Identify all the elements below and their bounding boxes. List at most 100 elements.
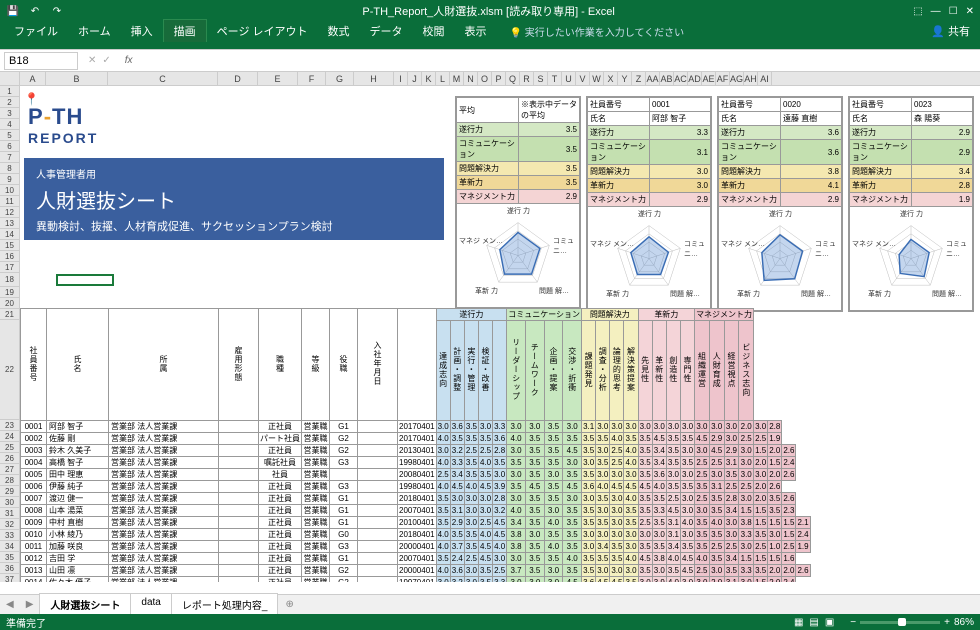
cancel-icon[interactable]: ✕ (88, 55, 96, 66)
col-header[interactable]: G (326, 72, 354, 85)
row-header[interactable]: 37 (0, 574, 20, 582)
col-header[interactable]: O (478, 72, 492, 85)
ribbon-tab[interactable]: 描画 (163, 19, 207, 42)
table-row[interactable]: 0011加藤 咲良営業部 法人営業課正社員営業職G3200004014.03.7… (21, 541, 811, 553)
ribbon-tab[interactable]: データ (360, 20, 413, 42)
row-header[interactable]: 4 (0, 119, 20, 130)
row-header[interactable]: 2 (0, 97, 20, 108)
add-sheet-icon[interactable]: ⊕ (277, 599, 301, 610)
sheet-nav-prev[interactable]: ◀ (0, 599, 20, 610)
enter-icon[interactable]: ✓ (102, 55, 110, 66)
row-header[interactable]: 34 (0, 541, 20, 552)
ribbon-tab[interactable]: 挿入 (121, 20, 163, 42)
col-header[interactable]: A (20, 72, 46, 85)
row-header[interactable]: 12 (0, 207, 20, 218)
normal-view-icon[interactable]: ▦ (794, 617, 803, 628)
save-icon[interactable]: 💾 (6, 4, 20, 18)
sheet-tab[interactable]: レポート処理内容_ (171, 593, 279, 617)
data-table[interactable]: 社員番号氏名所属雇用形態職種等級役職入社年月日遂行力コミュニケーション問題解決力… (20, 308, 811, 582)
maximize-icon[interactable]: ☐ (949, 6, 958, 17)
col-header[interactable]: N (464, 72, 478, 85)
row-header[interactable]: 3 (0, 108, 20, 119)
col-header[interactable]: D (218, 72, 258, 85)
row-header[interactable]: 35 (0, 552, 20, 563)
row-header[interactable]: 26 (0, 453, 20, 464)
table-row[interactable]: 0001阿部 智子営業部 法人営業課正社員営業職G1201704013.03.6… (21, 421, 811, 433)
table-row[interactable]: 0010小林 綾乃営業部 法人営業課正社員営業職G0201804014.03.5… (21, 529, 811, 541)
zoom-level[interactable]: 86% (954, 617, 974, 628)
table-row[interactable]: 0002佐藤 剛営業部 法人営業課パート社員営業職G2201704014.03.… (21, 433, 811, 445)
row-header[interactable]: 30 (0, 497, 20, 508)
col-header[interactable]: Q (506, 72, 520, 85)
row-header[interactable]: 16 (0, 251, 20, 262)
col-header[interactable]: X (604, 72, 618, 85)
row-header[interactable]: 33 (0, 530, 20, 541)
col-header[interactable]: T (548, 72, 562, 85)
fx-icon[interactable]: fx (117, 55, 141, 66)
col-header[interactable]: AD (688, 72, 702, 85)
ribbon-tab[interactable]: ページ レイアウト (207, 20, 318, 42)
col-header[interactable]: AE (702, 72, 716, 85)
table-row[interactable]: 0006伊藤 純子営業部 法人営業課正社員営業職G3199804014.04.5… (21, 481, 811, 493)
row-header[interactable]: 17 (0, 262, 20, 273)
col-header[interactable]: R (520, 72, 534, 85)
table-row[interactable]: 0012吉田 学営業部 法人営業課正社員営業職G1200704013.52.42… (21, 553, 811, 565)
row-header[interactable]: 1 (0, 86, 20, 97)
col-header[interactable]: S (534, 72, 548, 85)
row-header[interactable]: 32 (0, 519, 20, 530)
row-header[interactable]: 5 (0, 130, 20, 141)
col-header[interactable]: H (354, 72, 394, 85)
ribbon-tab[interactable]: 数式 (318, 20, 360, 42)
ribbon-tab[interactable]: ホーム (68, 20, 121, 42)
row-header[interactable]: 11 (0, 196, 20, 207)
col-header[interactable]: W (590, 72, 604, 85)
col-header[interactable]: K (422, 72, 436, 85)
ribbon-options-icon[interactable]: ⬚ (913, 6, 922, 17)
tell-me[interactable]: 💡 実行したい作業を入力してください (507, 21, 688, 42)
row-header[interactable]: 28 (0, 475, 20, 486)
ribbon-tab[interactable]: 校閲 (413, 20, 455, 42)
col-header[interactable]: AB (660, 72, 674, 85)
row-header[interactable]: 31 (0, 508, 20, 519)
row-header[interactable]: 36 (0, 563, 20, 574)
share-button[interactable]: 👤 共有 (921, 20, 980, 42)
table-row[interactable]: 0014佐々木 優子営業部 法人営業課正社員営業職G2199704013.03.… (21, 577, 811, 583)
close-icon[interactable]: ✕ (966, 6, 974, 17)
col-header[interactable]: AG (730, 72, 744, 85)
row-header[interactable]: 29 (0, 486, 20, 497)
page-break-icon[interactable]: ▣ (825, 617, 834, 628)
table-row[interactable]: 0004高橋 智子営業部 法人営業課嘱託社員営業職G3199804014.03.… (21, 457, 811, 469)
sheet-tab[interactable]: 人財選抜シート (39, 593, 131, 617)
zoom-slider[interactable] (860, 621, 940, 624)
table-row[interactable]: 0009中村 直樹営業部 法人営業課正社員営業職G1201004013.52.9… (21, 517, 811, 529)
table-row[interactable]: 0008山本 湯菜営業部 法人営業課正社員営業職G1200704013.53.1… (21, 505, 811, 517)
minimize-icon[interactable]: — (931, 6, 941, 17)
col-header[interactable]: L (436, 72, 450, 85)
col-header[interactable]: AH (744, 72, 758, 85)
row-header[interactable]: 23 (0, 420, 20, 431)
row-header[interactable]: 8 (0, 163, 20, 174)
col-header[interactable]: U (562, 72, 576, 85)
col-header[interactable]: J (408, 72, 422, 85)
col-header[interactable]: M (450, 72, 464, 85)
row-header[interactable]: 25 (0, 442, 20, 453)
col-header[interactable]: Z (632, 72, 646, 85)
worksheet-area[interactable]: ABCDEFGHIJKLMNOPQRSTUVWXYZAAABACADAEAFAG… (0, 72, 980, 582)
row-header[interactable]: 21 (0, 309, 20, 320)
row-header[interactable]: 14 (0, 229, 20, 240)
row-header[interactable]: 15 (0, 240, 20, 251)
row-header[interactable]: 9 (0, 174, 20, 185)
col-header[interactable]: C (108, 72, 218, 85)
col-header[interactable]: P (492, 72, 506, 85)
zoom-out-icon[interactable]: − (850, 617, 856, 628)
col-header[interactable]: B (46, 72, 108, 85)
ribbon-tab[interactable]: 表示 (455, 20, 497, 42)
page-layout-icon[interactable]: ▤ (809, 617, 818, 628)
table-row[interactable]: 0005田中 理恵営業部 法人営業課社員営業職200804012.53.43.5… (21, 469, 811, 481)
ribbon-tab[interactable]: ファイル (4, 20, 68, 42)
zoom-in-icon[interactable]: + (944, 617, 950, 628)
row-header[interactable]: 13 (0, 218, 20, 229)
col-header[interactable]: AF (716, 72, 730, 85)
col-header[interactable]: E (258, 72, 298, 85)
col-header[interactable]: F (298, 72, 326, 85)
